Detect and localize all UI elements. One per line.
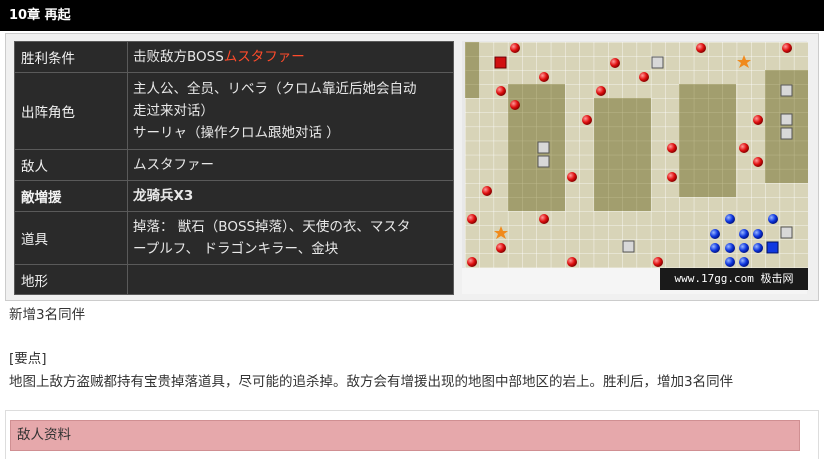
terrain-value [127, 264, 454, 295]
row-reinforcement: 敵増援 龙骑兵X3 [14, 180, 454, 212]
player-unit [710, 243, 720, 253]
enemy-unit [510, 43, 520, 53]
chest-icon [780, 127, 793, 140]
deploy-label: 出阵角色 [14, 72, 128, 150]
deploy-line-1: 主人公、全员、リベラ（クロム靠近后她会自动 [133, 81, 417, 97]
enemy-unit [539, 214, 549, 224]
enemy-unit [482, 186, 492, 196]
boss-name: ムスタファー [223, 49, 305, 65]
chest-icon [651, 56, 664, 69]
enemy-unit [467, 214, 477, 224]
enemy-unit [496, 86, 506, 96]
player-unit [739, 257, 749, 267]
player-unit [753, 243, 763, 253]
enemy-unit [753, 115, 763, 125]
chest-icon [780, 226, 793, 239]
deploy-line-2: 走过来对话） [133, 103, 214, 119]
chest-icon [537, 141, 550, 154]
victory-condition-prefix: 击败敌方BOSS [133, 49, 224, 65]
items-label: 道具 [14, 211, 128, 265]
section-divider [5, 396, 819, 411]
enemy-unit [567, 172, 577, 182]
rock-region [679, 84, 736, 197]
enemy-unit [653, 257, 663, 267]
enemy-unit [496, 243, 506, 253]
boss-square-icon [494, 56, 507, 69]
chest-icon [780, 113, 793, 126]
deploy-line-3: サーリャ（操作クロム跟她对话 ） [133, 125, 340, 141]
chapter-info-table: 胜利条件 击败敌方BOSSムスタファー 出阵角色 主人公、全员、リベラ（クロム靠… [14, 41, 454, 295]
reinforcement-value: 龙骑兵X3 [127, 180, 454, 212]
row-terrain: 地形 [14, 264, 454, 295]
chest-icon [622, 240, 635, 253]
enemy-value: ムスタファー [127, 149, 454, 181]
row-victory-condition: 胜利条件 击败敌方BOSSムスタファー [14, 41, 454, 73]
victory-condition-label: 胜利条件 [14, 41, 128, 73]
enemy-unit [467, 257, 477, 267]
row-items: 道具 掉落： 獣石（BOSS掉落）、天使の衣、マスタ ープルフ、 ドラゴンキラー… [14, 211, 454, 265]
enemy-unit [539, 72, 549, 82]
items-value: 掉落： 獣石（BOSS掉落）、天使の衣、マスタ ープルフ、 ドラゴンキラー、金块 [127, 211, 454, 265]
lord-square-icon [766, 241, 779, 254]
player-unit [739, 243, 749, 253]
row-enemy: 敌人 ムスタファー [14, 149, 454, 181]
deploy-value: 主人公、全员、リベラ（クロム靠近后她会自动 走过来对话） サーリャ（操作クロム跟… [127, 72, 454, 150]
items-line-1: 掉落： 獣石（BOSS掉落）、天使の衣、マスタ [133, 219, 411, 235]
reinforcement-label: 敵増援 [14, 180, 128, 212]
chapter-title: 10章 再起 [0, 0, 824, 31]
terrain-label: 地形 [14, 264, 128, 295]
new-allies-note: 新增3名同伴 [9, 307, 86, 323]
key-points-label: [要点] [9, 351, 47, 367]
enemy-unit [582, 115, 592, 125]
player-unit [725, 257, 735, 267]
rock-region [465, 42, 480, 98]
enemy-unit [739, 143, 749, 153]
items-line-2: ープルフ、 ドラゴンキラー、金块 [133, 241, 339, 257]
player-unit [725, 243, 735, 253]
row-deploy: 出阵角色 主人公、全员、リベラ（クロム靠近后她会自动 走过来对话） サーリャ（操… [14, 72, 454, 150]
chapter-map [465, 42, 808, 268]
key-points-text: 地图上敌方盗贼都持有宝贵掉落道具，尽可能的追杀掉。敌方会有增援出现的地图中部地区… [9, 374, 734, 390]
rock-region [594, 98, 651, 211]
victory-condition-value: 击败敌方BOSSムスタファー [127, 41, 454, 73]
player-unit [753, 229, 763, 239]
enemy-unit [782, 43, 792, 53]
enemy-unit [567, 257, 577, 267]
enemy-unit [696, 43, 706, 53]
map-watermark: www.17gg.com 极击网 [660, 268, 808, 290]
chest-icon [780, 84, 793, 97]
enemy-unit [667, 143, 677, 153]
enemy-unit [510, 100, 520, 110]
enemy-unit [596, 86, 606, 96]
player-unit [768, 214, 778, 224]
enemy-label: 敌人 [14, 149, 128, 181]
enemy-unit [610, 58, 620, 68]
enemy-data-header: 敌人资料 [10, 420, 800, 451]
enemy-unit [667, 172, 677, 182]
enemy-unit [753, 157, 763, 167]
player-unit [725, 214, 735, 224]
chest-icon [537, 155, 550, 168]
player-unit [710, 229, 720, 239]
player-unit [739, 229, 749, 239]
enemy-unit [639, 72, 649, 82]
